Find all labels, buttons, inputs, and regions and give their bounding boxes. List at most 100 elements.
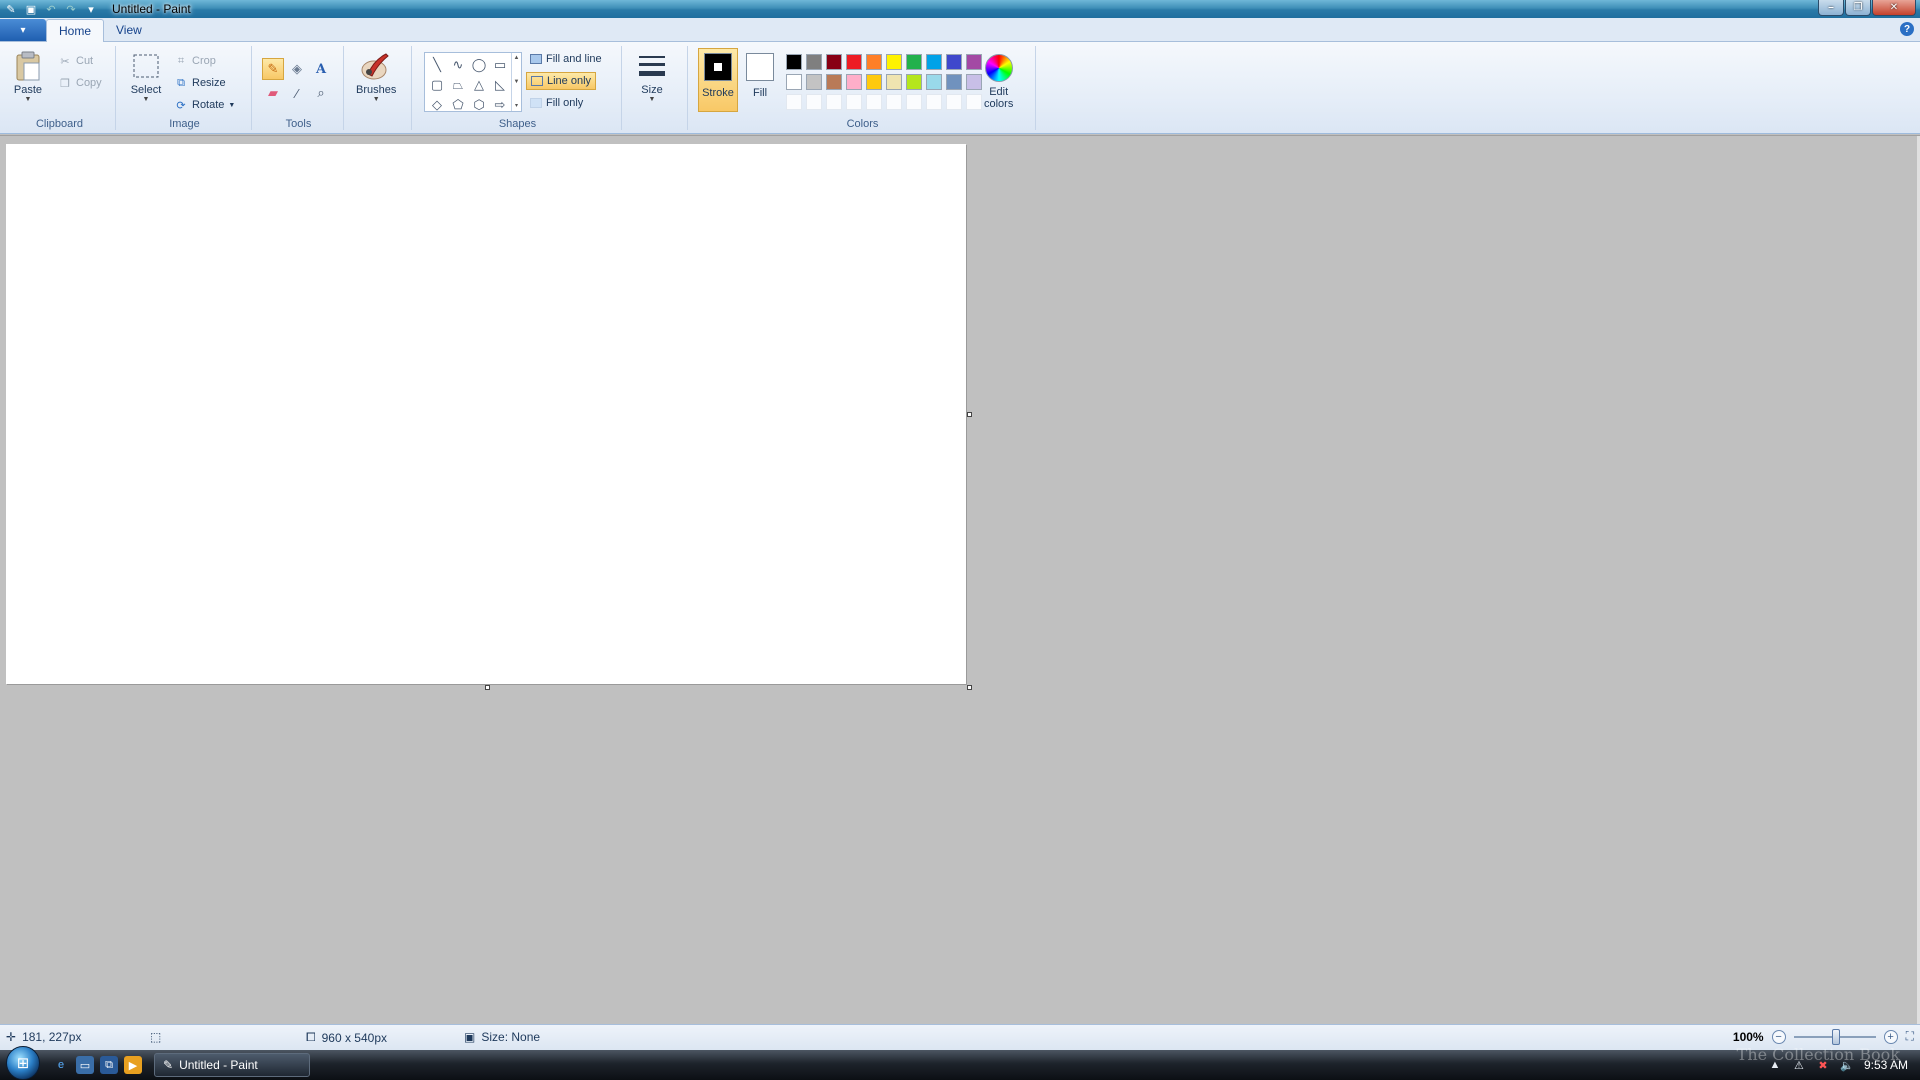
oval-shape-icon[interactable]: ◯ [469,55,489,74]
shapes-scrollbar[interactable]: ▲ ▼ ▾ [511,53,521,111]
taskbar-paint-label: Untitled - Paint [179,1058,258,1072]
paint-app-icon[interactable]: ✎ [4,2,18,16]
resize-handle-bottom[interactable] [485,685,490,690]
palette-color-swatch[interactable] [926,74,942,90]
right-triangle-shape-icon[interactable]: ◺ [490,75,510,94]
palette-color-swatch[interactable] [946,74,962,90]
custom-color-slot[interactable] [886,94,902,110]
pentagon-shape-icon[interactable]: ⬠ [448,95,468,114]
edit-colors-label-2: colors [984,98,1014,110]
custom-color-slot[interactable] [846,94,862,110]
window-controls: – ❐ ✕ [1818,0,1916,16]
internet-explorer-icon[interactable]: e [52,1056,70,1074]
fill-only-option[interactable]: Fill only [526,94,587,112]
maximize-button[interactable]: ❐ [1845,0,1871,16]
minimize-button[interactable]: – [1818,0,1844,16]
tab-home[interactable]: Home [46,19,105,42]
shapes-more-icon[interactable]: ▾ [515,102,518,109]
zoom-in-button[interactable]: + [1883,1029,1898,1044]
zoom-out-button[interactable]: − [1771,1029,1786,1044]
paste-label: Paste [13,84,43,96]
tab-view[interactable]: View [104,19,154,41]
text-tool-icon[interactable]: A [310,58,332,80]
close-button[interactable]: ✕ [1872,0,1916,16]
fill-bucket-icon[interactable]: ◈ [286,58,308,80]
fill-and-line-option[interactable]: Fill and line [526,50,606,68]
save-icon[interactable]: ▣ [24,2,38,16]
color-picker-icon[interactable]: ⁄ [286,82,308,104]
paint-menu-button[interactable]: ▾ [0,19,46,41]
curve-shape-icon[interactable]: ∿ [448,55,468,74]
brushes-button[interactable]: Brushes ▼ [356,50,396,104]
stroke-color-button[interactable]: Stroke [698,48,738,112]
custom-color-slot[interactable] [946,94,962,110]
palette-color-swatch[interactable] [906,74,922,90]
undo-icon[interactable]: ↶ [44,2,58,16]
fill-color-button[interactable]: Fill [740,48,780,112]
palette-color-swatch[interactable] [886,54,902,70]
start-button[interactable]: ⊞ [6,1046,40,1080]
zoom-slider[interactable] [1793,1028,1876,1045]
custom-color-slot[interactable] [786,94,802,110]
resize-handle-right[interactable] [967,412,972,417]
rectangle-shape-icon[interactable]: ▭ [490,55,510,74]
custom-color-slot[interactable] [966,94,982,110]
palette-color-swatch[interactable] [966,54,982,70]
copy-button[interactable]: ❐ Copy [58,74,102,92]
shapes-grid: ╲ ∿ ◯ ▭ ▢ ⏢ △ ◺ ◇ ⬠ ⬡ ⇨ [427,55,510,114]
palette-color-swatch[interactable] [826,54,842,70]
line-shape-icon[interactable]: ╲ [427,55,447,74]
palette-color-swatch[interactable] [886,74,902,90]
triangle-shape-icon[interactable]: △ [469,75,489,94]
palette-color-swatch[interactable] [826,74,842,90]
customize-toolbar-icon[interactable]: ▾ [84,2,98,16]
scroll-down-icon[interactable]: ▼ [514,79,520,85]
rotate-button[interactable]: ⟳ Rotate ▼ [174,96,235,114]
switch-windows-icon[interactable]: ⧉ [100,1056,118,1074]
resize-button[interactable]: ⧉ Resize [174,74,226,92]
palette-color-swatch[interactable] [866,74,882,90]
show-desktop-icon[interactable]: ▭ [76,1056,94,1074]
drawing-canvas[interactable] [6,144,966,684]
palette-color-swatch[interactable] [946,54,962,70]
palette-color-swatch[interactable] [866,54,882,70]
rounded-rectangle-shape-icon[interactable]: ▢ [427,75,447,94]
arrow-shape-icon[interactable]: ⇨ [490,95,510,114]
paste-button[interactable]: Paste ▼ [12,50,44,104]
select-button[interactable]: Select ▼ [130,50,162,104]
crop-button[interactable]: ⌗ Crop [174,52,216,70]
palette-color-swatch[interactable] [786,74,802,90]
palette-color-swatch[interactable] [846,74,862,90]
diamond-shape-icon[interactable]: ◇ [427,95,447,114]
palette-color-swatch[interactable] [806,74,822,90]
palette-color-swatch[interactable] [966,74,982,90]
media-player-icon[interactable]: ▶ [124,1056,142,1074]
fit-window-icon[interactable]: ⛶ [1906,1029,1914,1044]
cut-button[interactable]: ✂ Cut [58,52,93,70]
custom-color-slot[interactable] [866,94,882,110]
palette-color-swatch[interactable] [846,54,862,70]
hexagon-shape-icon[interactable]: ⬡ [469,95,489,114]
taskbar-paint-button[interactable]: ✎ Untitled - Paint [154,1053,310,1077]
palette-color-swatch[interactable] [926,54,942,70]
palette-color-swatch[interactable] [786,54,802,70]
redo-icon[interactable]: ↷ [64,2,78,16]
pencil-icon[interactable]: ✎ [262,58,284,80]
edit-colors-button[interactable]: Edit colors [984,54,1013,110]
polygon-shape-icon[interactable]: ⏢ [448,75,468,94]
custom-color-slot[interactable] [806,94,822,110]
quick-access-toolbar: ✎ ▣ ↶ ↷ ▾ [0,0,98,18]
help-icon[interactable]: ? [1900,22,1914,36]
line-only-option[interactable]: Line only [526,72,597,90]
palette-color-swatch[interactable] [806,54,822,70]
zoom-slider-thumb[interactable] [1831,1028,1840,1045]
custom-color-slot[interactable] [906,94,922,110]
magnifier-icon[interactable]: ⌕ [310,82,332,104]
palette-color-swatch[interactable] [906,54,922,70]
scroll-up-icon[interactable]: ▲ [514,55,520,61]
eraser-icon[interactable]: ▰ [262,82,284,104]
size-button[interactable]: Size ▼ [636,50,668,104]
custom-color-slot[interactable] [826,94,842,110]
resize-handle-corner[interactable] [967,685,972,690]
custom-color-slot[interactable] [926,94,942,110]
